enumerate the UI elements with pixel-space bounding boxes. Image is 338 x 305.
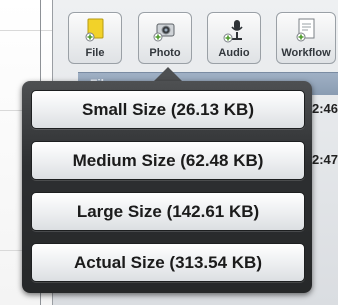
row-time: 2:47 xyxy=(311,152,338,167)
workflow-icon xyxy=(295,18,317,47)
photo-button[interactable]: Photo xyxy=(138,12,192,64)
attachment-toolbar: File Photo Audio Workflow xyxy=(68,8,336,64)
audio-label: Audio xyxy=(218,47,250,59)
divider xyxy=(0,30,52,31)
photo-size-popover: Small Size (26.13 KB) Medium Size (62.48… xyxy=(22,81,312,293)
popover-arrow xyxy=(153,67,183,82)
actual-size-button[interactable]: Actual Size (313.54 KB) xyxy=(31,243,305,282)
workflow-label: Workflow xyxy=(281,47,331,59)
audio-button[interactable]: Audio xyxy=(207,12,261,64)
camera-icon xyxy=(153,18,177,47)
workflow-button[interactable]: Workflow xyxy=(276,12,336,64)
small-size-button[interactable]: Small Size (26.13 KB) xyxy=(31,90,305,129)
row-time: 2:46 xyxy=(311,101,338,116)
file-button[interactable]: File xyxy=(68,12,122,64)
large-size-button[interactable]: Large Size (142.61 KB) xyxy=(31,192,305,231)
file-label: File xyxy=(85,47,105,59)
file-icon xyxy=(85,18,105,47)
microphone-icon xyxy=(222,18,246,49)
medium-size-button[interactable]: Medium Size (62.48 KB) xyxy=(31,141,305,180)
photo-label: Photo xyxy=(149,47,181,59)
